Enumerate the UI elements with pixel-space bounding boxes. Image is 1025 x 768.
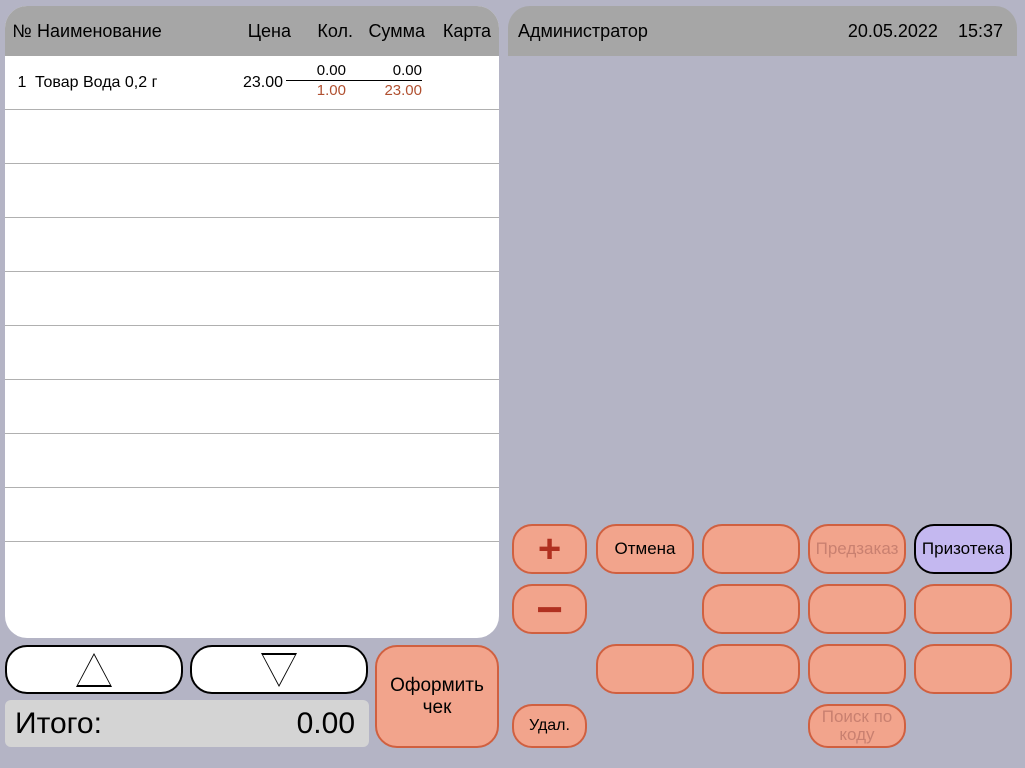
order-row-empty bbox=[5, 542, 499, 596]
search-label-line1: Поиск по bbox=[822, 708, 893, 726]
minus-button[interactable]: − bbox=[512, 584, 587, 634]
order-list-header: № Наименование Цена Кол. Сумма Карта bbox=[5, 6, 499, 56]
header-date: 20.05.2022 bbox=[848, 21, 938, 42]
col-header-sum: Сумма bbox=[353, 21, 425, 42]
keypad-button-r2c4[interactable] bbox=[808, 584, 906, 634]
checkout-label-line2: чек bbox=[423, 697, 452, 719]
prizoteka-button[interactable]: Призотека bbox=[914, 524, 1012, 574]
keypad-button-r3c3[interactable] bbox=[702, 644, 800, 694]
scroll-down-button[interactable] bbox=[190, 645, 368, 694]
order-row[interactable]: 1 Товар Вода 0,2 г 23.00 0.00 0.00 1.00 … bbox=[5, 56, 499, 110]
scroll-up-button[interactable] bbox=[5, 645, 183, 694]
order-row-empty bbox=[5, 326, 499, 380]
col-header-qty: Кол. bbox=[291, 21, 353, 42]
order-row-empty bbox=[5, 380, 499, 434]
col-header-name: Наименование bbox=[37, 21, 217, 42]
right-header: Администратор 20.05.2022 15:37 bbox=[508, 6, 1017, 56]
row-qty-bottom: 1.00 bbox=[286, 82, 346, 99]
row-number: 1 bbox=[9, 74, 35, 92]
keypad-button-r2c5[interactable] bbox=[914, 584, 1012, 634]
keypad-button-r2c3[interactable] bbox=[702, 584, 800, 634]
keypad-button-r3c4[interactable] bbox=[808, 644, 906, 694]
keypad-button-r3c2[interactable] bbox=[596, 644, 694, 694]
order-list-body: 1 Товар Вода 0,2 г 23.00 0.00 0.00 1.00 … bbox=[5, 56, 499, 596]
triangle-up-icon bbox=[76, 653, 112, 687]
order-row-empty bbox=[5, 272, 499, 326]
checkout-button[interactable]: Оформить чек bbox=[375, 645, 499, 748]
order-row-empty bbox=[5, 434, 499, 488]
order-list-panel: № Наименование Цена Кол. Сумма Карта 1 Т… bbox=[5, 6, 499, 638]
order-row-empty bbox=[5, 164, 499, 218]
row-price: 23.00 bbox=[203, 74, 283, 92]
search-label-line2: коду bbox=[822, 726, 893, 744]
col-header-price: Цена bbox=[217, 21, 291, 42]
header-time: 15:37 bbox=[958, 21, 1003, 42]
row-sum-top: 0.00 bbox=[346, 62, 422, 79]
row-name: Товар Вода 0,2 г bbox=[35, 74, 203, 92]
plus-button[interactable]: + bbox=[512, 524, 587, 574]
row-qty-top: 0.00 bbox=[286, 62, 346, 79]
checkout-label-line1: Оформить bbox=[390, 675, 484, 697]
triangle-down-icon bbox=[261, 653, 297, 687]
col-header-number: № bbox=[7, 21, 37, 42]
order-row-empty bbox=[5, 488, 499, 542]
delete-button[interactable]: Удал. bbox=[512, 704, 587, 748]
keypad-button-r3c5[interactable] bbox=[914, 644, 1012, 694]
order-row-empty bbox=[5, 218, 499, 272]
order-row-empty bbox=[5, 110, 499, 164]
user-label: Администратор bbox=[518, 21, 648, 42]
preorder-button[interactable]: Предзаказ bbox=[808, 524, 906, 574]
row-sum-bottom: 23.00 bbox=[346, 82, 422, 99]
total-bar: Итого: 0.00 bbox=[5, 700, 369, 747]
search-by-code-button[interactable]: Поиск по коду bbox=[808, 704, 906, 748]
row-qty-sum: 0.00 0.00 1.00 23.00 bbox=[286, 62, 426, 99]
keypad-button-r1c3[interactable] bbox=[702, 524, 800, 574]
total-value: 0.00 bbox=[297, 707, 355, 741]
col-header-card: Карта bbox=[425, 21, 497, 42]
cancel-button[interactable]: Отмена bbox=[596, 524, 694, 574]
total-label: Итого: bbox=[15, 707, 102, 741]
